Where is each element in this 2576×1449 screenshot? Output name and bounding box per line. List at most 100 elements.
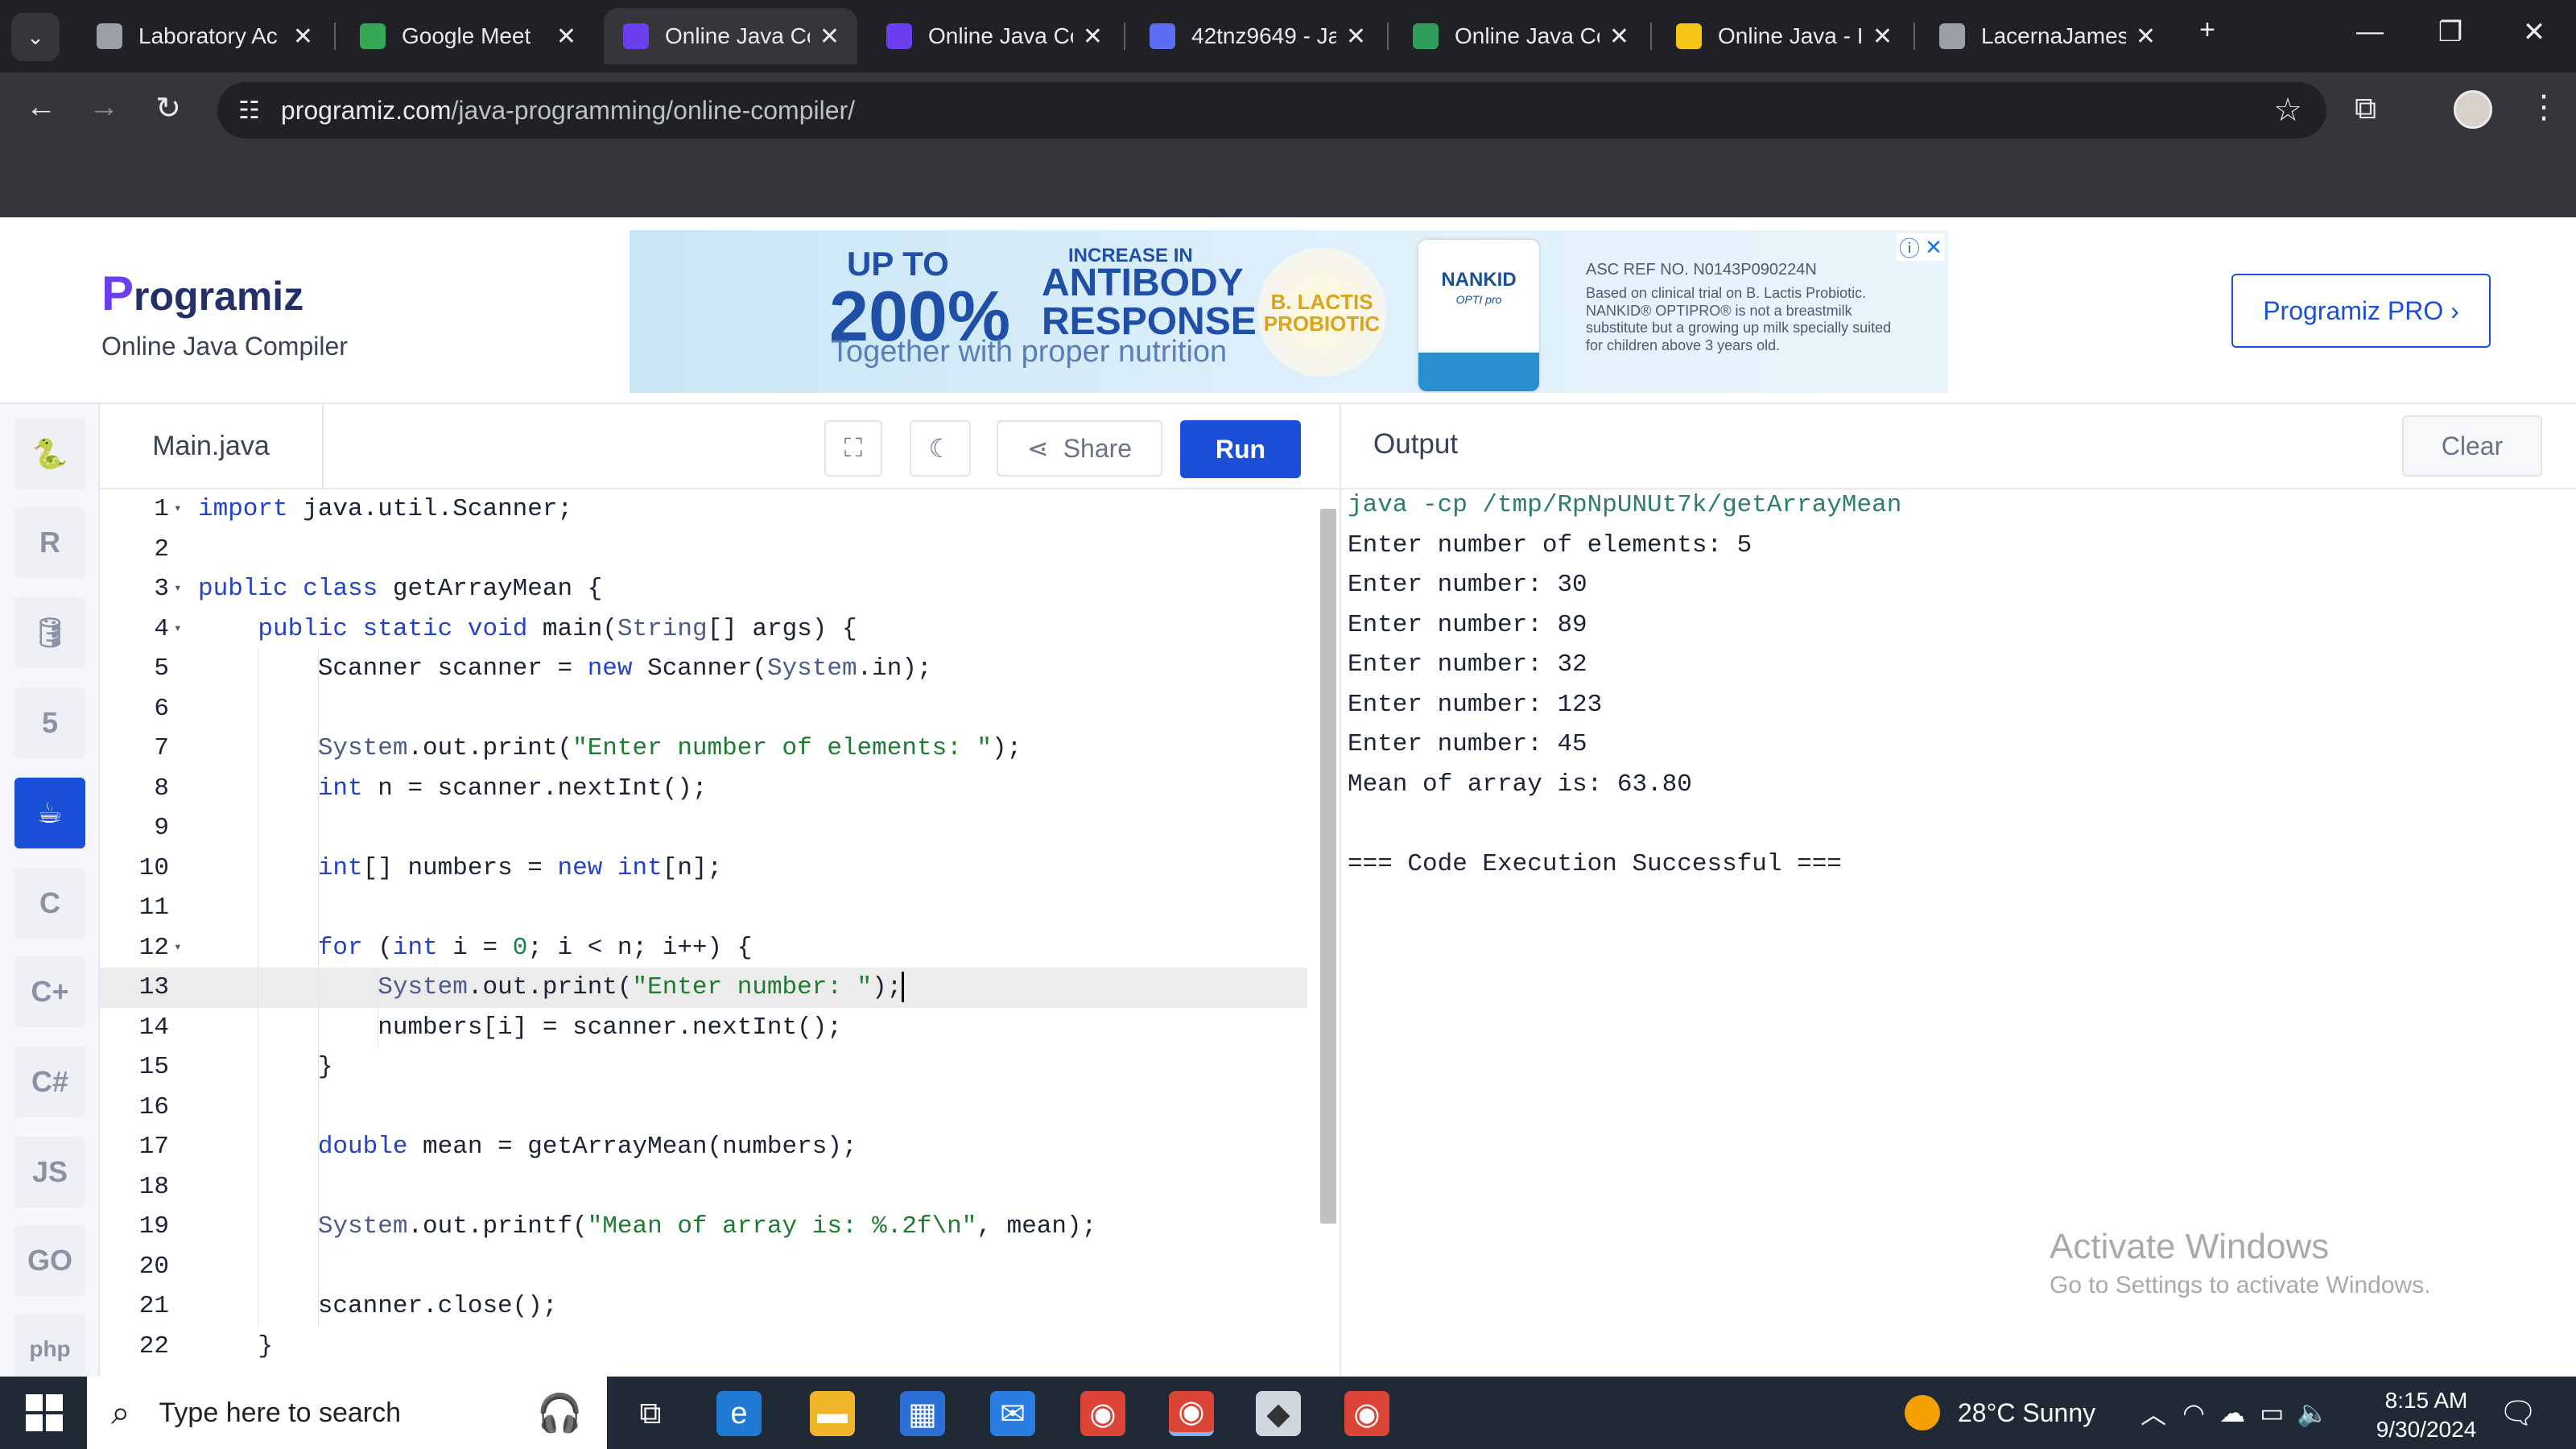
code-line[interactable]: 5 Scanner scanner = new Scanner(System.i…: [100, 649, 1307, 689]
cpp-icon[interactable]: C+: [14, 956, 85, 1027]
extensions-icon[interactable]: ⧉: [2355, 92, 2376, 126]
browser-menu-icon[interactable]: ⋮: [2528, 89, 2560, 126]
code-line[interactable]: 11: [100, 888, 1307, 928]
fullscreen-button[interactable]: ⛶: [824, 420, 882, 477]
code-line[interactable]: 18: [100, 1166, 1307, 1207]
code-line[interactable]: 8 int n = scanner.nextInt();: [100, 768, 1307, 808]
advertisement-banner[interactable]: UP TO 200% INCREASE IN ANTIBODY RESPONSE…: [630, 230, 1948, 393]
mail-icon[interactable]: ✉: [990, 1391, 1035, 1436]
tab-close-icon[interactable]: ✕: [1346, 23, 1366, 51]
share-button[interactable]: ⋖ Share: [997, 420, 1162, 477]
php-icon[interactable]: php: [14, 1314, 85, 1385]
notifications-icon[interactable]: 🗨: [2499, 1396, 2537, 1431]
csharp-icon[interactable]: C#: [14, 1046, 85, 1117]
code-line[interactable]: 17 double mean = getArrayMean(numbers);: [100, 1127, 1307, 1167]
run-button[interactable]: Run: [1180, 420, 1301, 478]
code-line[interactable]: 22 }: [100, 1327, 1307, 1367]
wifi-icon[interactable]: ◠: [2182, 1397, 2205, 1428]
file-explorer-icon[interactable]: ▬: [810, 1391, 855, 1436]
r-icon[interactable]: R: [14, 507, 85, 578]
browser-tab[interactable]: Online Java Co ✕: [867, 8, 1121, 64]
dark-mode-button[interactable]: ☾: [910, 420, 971, 477]
onedrive-icon[interactable]: ☁: [2219, 1397, 2245, 1428]
code-line[interactable]: 12 ▾ for (int i = 0; i < n; i++) {: [100, 927, 1307, 968]
ad-close-icon[interactable]: ✕: [1925, 235, 1942, 260]
tab-close-icon[interactable]: ✕: [293, 23, 313, 51]
edge-icon[interactable]: e: [716, 1391, 762, 1436]
python-icon[interactable]: 🐍: [14, 419, 85, 489]
code-line[interactable]: 15 }: [100, 1047, 1307, 1088]
restore-window-button[interactable]: ❐: [2426, 16, 2475, 48]
sql-icon[interactable]: 🛢: [14, 597, 85, 668]
code-line[interactable]: 16: [100, 1087, 1307, 1127]
profile-avatar[interactable]: [2454, 90, 2492, 129]
weather-text[interactable]: 28°C Sunny: [1958, 1398, 2095, 1428]
code-line[interactable]: 3 ▾ public class getArrayMean {: [100, 569, 1307, 609]
bookmark-star-icon[interactable]: ☆: [2273, 92, 2302, 129]
code-line[interactable]: 2: [100, 530, 1307, 570]
code-line[interactable]: 7 System.out.print("Enter number of elem…: [100, 729, 1307, 769]
new-tab-button[interactable]: +: [2183, 14, 2231, 46]
start-button[interactable]: [26, 1394, 63, 1431]
browser-tab[interactable]: Online Java Co ✕: [604, 8, 857, 64]
address-bar[interactable]: ☷ programiz.com/java-programming/online-…: [217, 82, 2326, 138]
fold-toggle-icon[interactable]: ▾: [174, 609, 182, 650]
code-line[interactable]: 20: [100, 1246, 1307, 1286]
file-tab-main-java[interactable]: Main.java: [100, 404, 324, 488]
editor-scrollbar[interactable]: [1320, 509, 1336, 1224]
tab-search-button[interactable]: ⌄: [11, 13, 60, 61]
tab-close-icon[interactable]: ✕: [556, 23, 576, 51]
code-line[interactable]: 14 numbers[i] = scanner.nextInt();: [100, 1007, 1307, 1047]
fold-toggle-icon[interactable]: ▾: [174, 489, 182, 530]
tab-close-icon[interactable]: ✕: [1083, 23, 1103, 51]
code-line[interactable]: 6: [100, 688, 1307, 729]
browser-tab[interactable]: Google Meet ✕: [341, 8, 594, 64]
code-line[interactable]: 1 ▾ import java.util.Scanner;: [100, 489, 1307, 530]
ad-info-icon[interactable]: ⓘ: [1899, 233, 1920, 262]
tab-close-icon[interactable]: ✕: [1872, 23, 1893, 51]
taskbar-search-box[interactable]: ⌕ Type here to search 🎧: [87, 1377, 607, 1449]
browser-tab[interactable]: LacernaJames ✕: [1920, 8, 2174, 64]
chrome-profile-icon[interactable]: ◉: [1344, 1391, 1389, 1436]
tab-close-icon[interactable]: ✕: [2136, 23, 2156, 51]
roblox-icon[interactable]: ◆: [1256, 1391, 1301, 1436]
code-line[interactable]: 4 ▾ public static void main(String[] args…: [100, 609, 1307, 650]
code-line[interactable]: 10 int[] numbers = new int[n];: [100, 848, 1307, 888]
volume-icon[interactable]: 🔈: [2297, 1397, 2329, 1428]
code-line[interactable]: 13 System.out.print("Enter number: ");: [100, 968, 1307, 1008]
battery-icon[interactable]: ▭: [2260, 1397, 2284, 1428]
forward-button[interactable]: →: [84, 90, 124, 125]
programiz-pro-button[interactable]: Programiz PRO ›: [2231, 274, 2491, 348]
browser-tab[interactable]: Laboratory Ac ✕: [77, 8, 331, 64]
fold-toggle-icon[interactable]: ▾: [174, 569, 182, 609]
programiz-logo[interactable]: Programiz: [101, 266, 303, 321]
chrome-active-icon[interactable]: ◉: [1169, 1391, 1214, 1436]
js-icon[interactable]: JS: [14, 1137, 85, 1208]
tab-close-icon[interactable]: ✕: [819, 23, 840, 51]
browser-tab[interactable]: 42tnz9649 - Ja ✕: [1130, 8, 1384, 64]
ad-choices[interactable]: ⓘ ✕: [1897, 233, 1945, 261]
c-icon[interactable]: C: [14, 868, 85, 939]
microsoft-store-icon[interactable]: ▦: [900, 1391, 945, 1436]
task-view-icon[interactable]: ⧉: [628, 1391, 673, 1436]
minimize-window-button[interactable]: —: [2346, 16, 2394, 47]
code-line[interactable]: 9: [100, 808, 1307, 848]
chrome-profile-k-icon[interactable]: ◉: [1080, 1391, 1125, 1436]
fold-toggle-icon[interactable]: ▾: [174, 928, 182, 968]
taskbar-clock[interactable]: 8:15 AM 9/30/2024: [2370, 1386, 2483, 1444]
site-info-icon[interactable]: ☷: [238, 97, 260, 125]
back-button[interactable]: ←: [21, 90, 61, 125]
html-icon[interactable]: 5: [14, 687, 85, 758]
code-line[interactable]: 21 scanner.close();: [100, 1286, 1307, 1327]
go-icon[interactable]: GO: [14, 1225, 85, 1296]
close-window-button[interactable]: ✕: [2510, 16, 2558, 48]
code-line[interactable]: 19 System.out.printf("Mean of array is: …: [100, 1207, 1307, 1247]
browser-tab[interactable]: Online Java - I ✕: [1657, 8, 1910, 64]
code-editor[interactable]: 1 ▾ import java.util.Scanner; 2 3 ▾ public cla…: [100, 489, 1340, 1377]
show-hidden-icons-icon[interactable]: ︿: [2140, 1394, 2166, 1431]
browser-tab[interactable]: Online Java Co ✕: [1393, 8, 1647, 64]
clear-output-button[interactable]: Clear: [2402, 415, 2542, 477]
tab-close-icon[interactable]: ✕: [1609, 23, 1629, 51]
reload-button[interactable]: ↻: [148, 90, 188, 126]
java-icon[interactable]: ☕: [14, 778, 85, 848]
